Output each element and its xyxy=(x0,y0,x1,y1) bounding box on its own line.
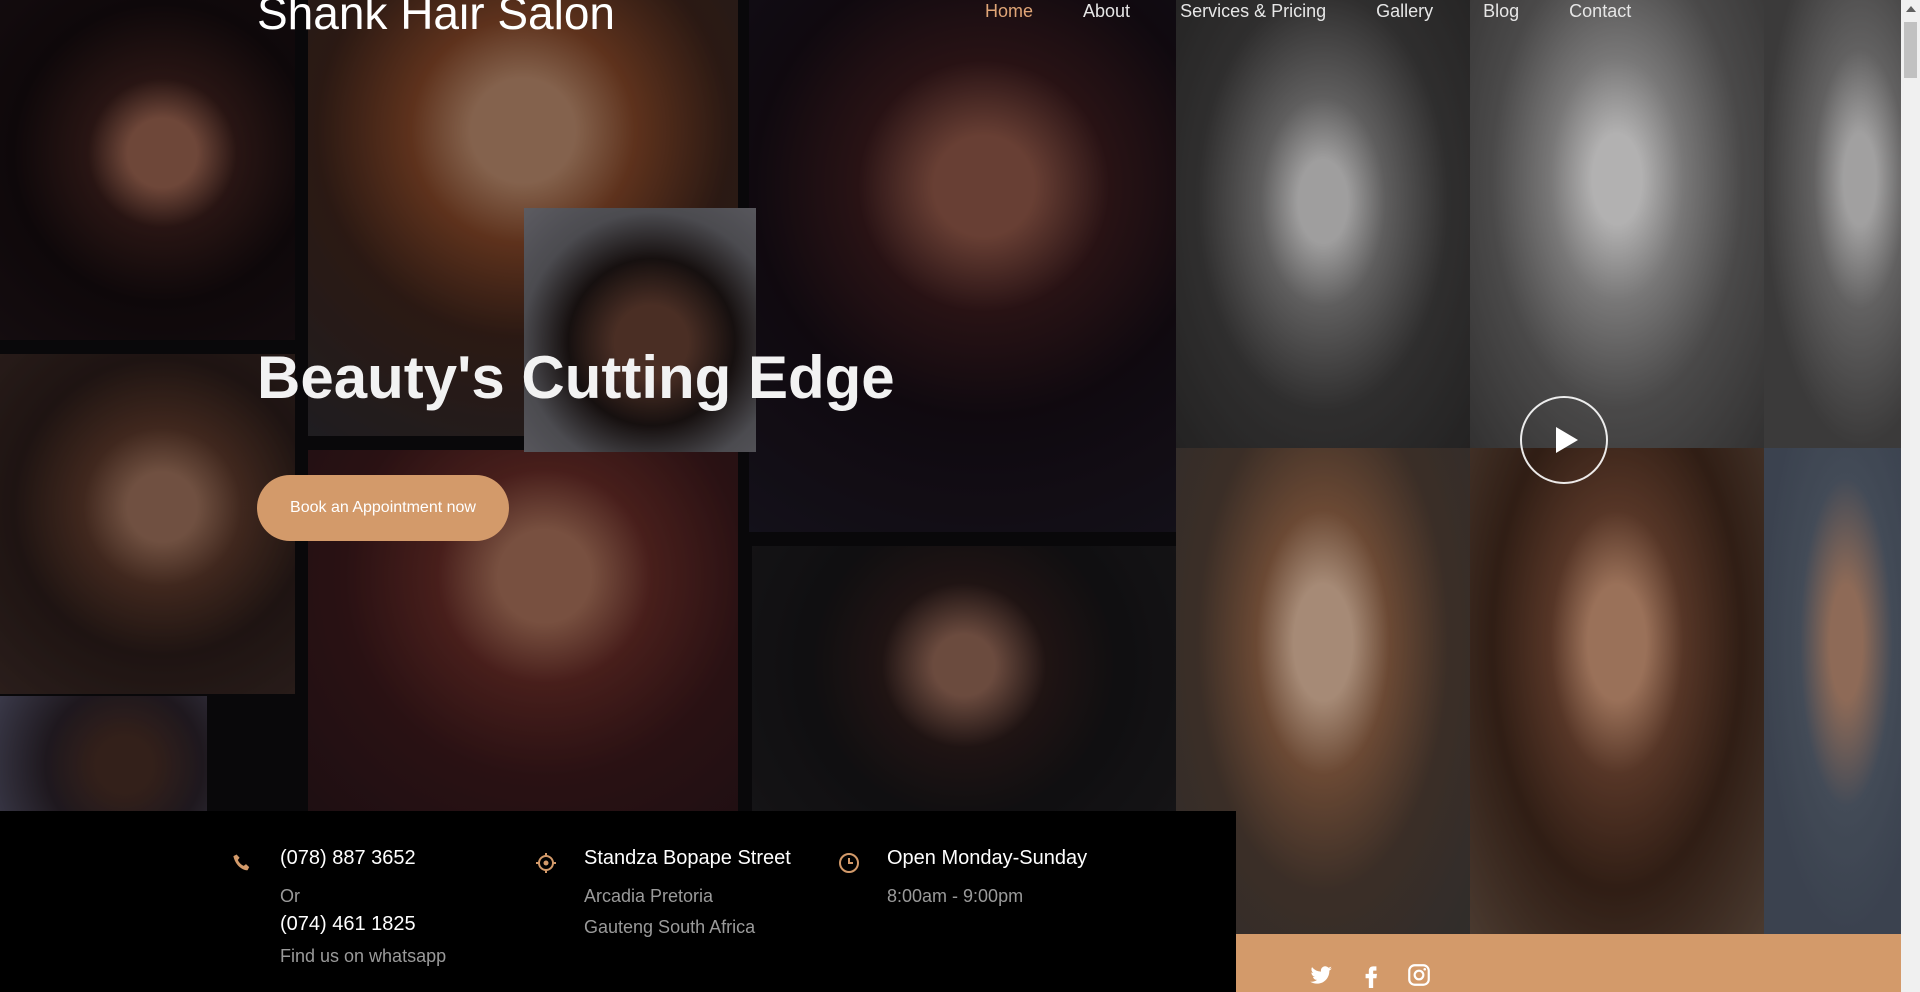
play-video-button[interactable] xyxy=(1520,396,1608,484)
facebook-icon[interactable] xyxy=(1358,962,1384,988)
social-bar xyxy=(1236,934,1901,992)
contact-info-bar: (078) 887 3652 Or (074) 461 1825 Find us… xyxy=(0,811,1236,992)
twitter-icon[interactable] xyxy=(1308,962,1334,988)
phone-icon xyxy=(233,854,250,871)
nav-about[interactable]: About xyxy=(1083,1,1130,22)
phone-block: (078) 887 3652 Or (074) 461 1825 Find us… xyxy=(233,847,446,967)
hours-time: 8:00am - 9:00pm xyxy=(887,886,1024,906)
address-street: Standza Bopape Street xyxy=(584,847,791,869)
hours-block: Open Monday-Sunday 8:00am - 9:00pm xyxy=(839,847,1088,907)
location-icon xyxy=(536,853,556,873)
book-appointment-button[interactable]: Book an Appointment now xyxy=(257,475,509,541)
phone-or: Or xyxy=(280,886,300,906)
address-line-1: Arcadia Pretoria xyxy=(584,886,714,906)
hero-title: Beauty's Cutting Edge xyxy=(257,344,895,411)
scroll-thumb[interactable] xyxy=(1904,22,1917,78)
instagram-icon[interactable] xyxy=(1406,962,1432,988)
phone-secondary[interactable]: (074) 461 1825 xyxy=(280,913,446,936)
nav-blog[interactable]: Blog xyxy=(1483,1,1519,22)
address-line-2: Gauteng South Africa xyxy=(584,917,756,937)
play-icon xyxy=(1556,427,1578,453)
hours-title: Open Monday-Sunday xyxy=(887,847,1088,869)
address-block: Standza Bopape Street Arcadia Pretoria G… xyxy=(536,847,791,938)
nav-services-pricing[interactable]: Services & Pricing xyxy=(1180,1,1326,22)
page-scrollbar[interactable] xyxy=(1901,0,1920,992)
phone-primary[interactable]: (078) 887 3652 xyxy=(280,847,446,870)
scroll-up-icon[interactable] xyxy=(1906,6,1916,12)
site-logo[interactable]: Shank Hair Salon xyxy=(257,0,615,40)
main-nav: Home About Services & Pricing Gallery Bl… xyxy=(985,1,1631,22)
whatsapp-link[interactable]: Find us on whatsapp xyxy=(280,946,446,967)
nav-home[interactable]: Home xyxy=(985,1,1033,22)
nav-contact[interactable]: Contact xyxy=(1569,1,1631,22)
clock-icon xyxy=(839,853,859,873)
nav-gallery[interactable]: Gallery xyxy=(1376,1,1433,22)
